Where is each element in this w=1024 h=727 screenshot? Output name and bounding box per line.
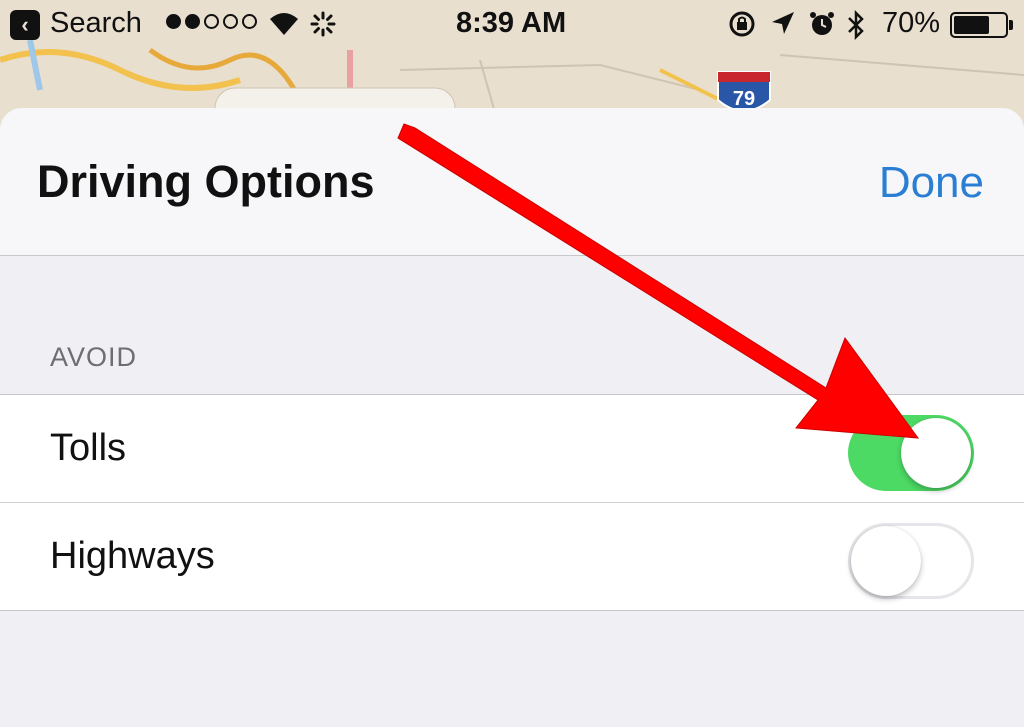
location-arrow-icon (772, 12, 794, 34)
option-row-tolls: Tolls (0, 395, 1024, 503)
back-icon[interactable]: ‹ (10, 10, 40, 40)
option-label-tolls: Tolls (50, 427, 127, 469)
activity-spinner-icon (310, 11, 336, 37)
alarm-icon (810, 12, 834, 35)
page-title: Driving Options (37, 156, 375, 207)
cell-signal-icon (166, 14, 257, 29)
status-bar: ‹ Search 8:39 AM 70% (0, 0, 1024, 50)
battery-percentage: 70% (882, 7, 941, 39)
back-to-app-label[interactable]: Search (50, 7, 142, 40)
highways-toggle[interactable] (848, 523, 974, 599)
rotation-lock-icon (729, 11, 755, 37)
sheet-header: Driving Options Done (0, 108, 1024, 256)
driving-options-sheet: Driving Options Done AVOID Tolls Highway… (0, 108, 1024, 727)
status-time: 8:39 AM (456, 7, 567, 39)
option-row-highways: Highways (0, 503, 1024, 611)
battery-tip (1009, 20, 1013, 30)
battery-icon (950, 12, 1008, 38)
section-header-avoid: AVOID (50, 342, 138, 372)
bluetooth-icon (848, 10, 864, 40)
interstate-number: 79 (733, 88, 755, 110)
toggle-knob (851, 526, 921, 596)
options-list: Tolls Highways (0, 394, 1024, 611)
done-button[interactable]: Done (879, 158, 984, 208)
option-label-highways: Highways (50, 535, 215, 577)
toggle-knob (901, 418, 971, 488)
wifi-icon (270, 13, 298, 35)
tolls-toggle[interactable] (848, 415, 974, 491)
